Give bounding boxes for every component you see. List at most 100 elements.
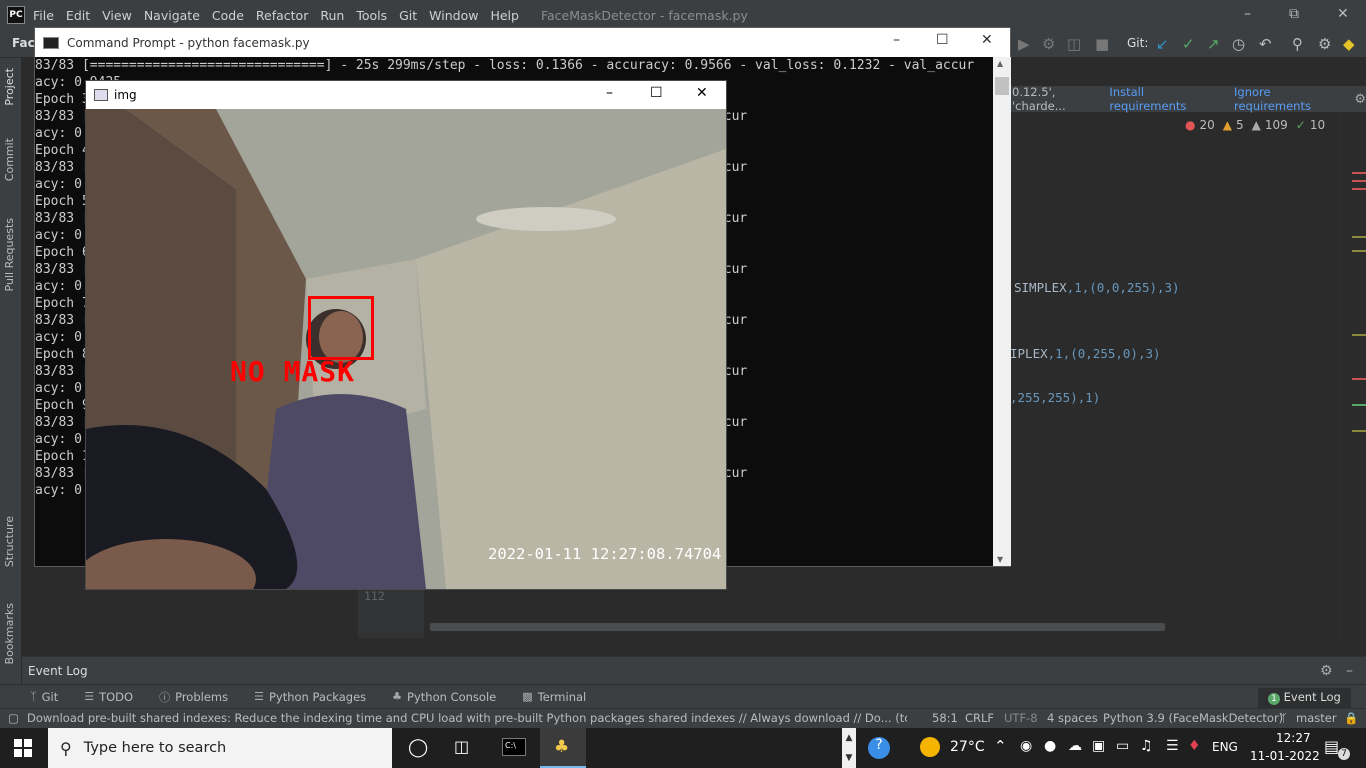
history-icon[interactable]: ◷ [1232,35,1245,53]
stop-icon[interactable]: ■ [1095,35,1109,53]
menu-tools[interactable]: Tools [356,8,387,23]
git-commit-icon[interactable]: ✓ [1182,35,1195,53]
cmd-maximize-icon[interactable]: ☐ [936,32,949,48]
run-icon[interactable]: ▶ [1018,35,1030,53]
taskbar-scroll-icon[interactable]: ▲ ▼ [842,728,856,768]
git-tool-tab[interactable]: ᛉ Git [30,690,58,704]
pull-requests-tab[interactable]: Pull Requests [3,218,16,291]
problems-tool-tab[interactable]: ⓘ Problems [159,689,228,705]
cortana-icon[interactable]: ◯ [408,737,428,758]
camera-icon[interactable]: ◉ [1020,738,1032,754]
inspection-widget[interactable]: ●20 ▲5 ▲109 ✓10 ⌃ ⌄ [1185,118,1366,132]
scroll-down-icon[interactable]: ▼ [997,555,1003,564]
scroll-up-icon[interactable]: ▲ [997,59,1003,68]
start-button[interactable] [0,728,46,768]
menu-window[interactable]: Window [429,8,478,23]
menu-code[interactable]: Code [212,8,244,23]
ide-minimize-icon[interactable]: – [1244,6,1251,22]
temperature[interactable]: 27°C [950,739,985,755]
cmd-output-line: acy: 0. [35,177,90,192]
python-console-tool-tab[interactable]: ♣ Python Console [392,690,496,704]
taskbar-search-box[interactable]: ⚲ Type here to search [48,728,392,768]
git-update-icon[interactable]: ↙ [1156,35,1169,53]
editor-horizontal-scrollbar[interactable] [430,623,1165,631]
lock-icon[interactable]: 🔒 [1344,711,1358,725]
help-icon[interactable]: ? [868,737,890,759]
bookmarks-tab[interactable]: Bookmarks [3,603,16,664]
cmd-scroll-thumb[interactable] [995,77,1009,95]
menu-file[interactable]: File [33,8,54,23]
cmd-output-line: acy: 0. [35,126,90,141]
coverage-icon[interactable]: ◫ [1067,35,1081,53]
structure-tab[interactable]: Structure [3,516,16,567]
file-encoding[interactable]: UTF-8 [1004,711,1038,725]
ide-restore-icon[interactable]: ⧉ [1289,6,1299,22]
ide-logo-icon[interactable]: ◆ [1343,35,1355,53]
opencv-img-window[interactable]: img – ☐ ✕ NO MASK 2022-01-11 12:27:08.74… [85,80,727,590]
line-number: 112 [364,589,385,603]
menu-git[interactable]: Git [399,8,417,23]
ide-close-icon[interactable]: ✕ [1337,6,1349,22]
menu-edit[interactable]: Edit [66,8,90,23]
event-log-hide-icon[interactable]: – [1346,663,1353,679]
cloud-icon[interactable]: ☁ [1068,738,1082,754]
webcam-frame: NO MASK 2022-01-11 12:27:08.74704 [86,109,726,589]
event-log-tool-tab[interactable]: 1 Event Log [1258,688,1351,708]
settings-gear-icon[interactable]: ⚙ [1318,35,1331,53]
todo-tool-tab[interactable]: ☰ TODO [84,690,133,704]
notification-gear-icon[interactable]: ⚙ [1354,92,1366,107]
menu-refactor[interactable]: Refactor [256,8,308,23]
img-maximize-icon[interactable]: ☐ [650,85,663,101]
cmd-taskbar-icon[interactable]: C:\ [502,738,526,756]
clock-date[interactable]: 11-01-2022 [1250,749,1320,763]
wifi-icon[interactable]: ☰ [1166,738,1179,754]
notification-text: 0.12.5', 'charde... [1012,85,1066,113]
cmd-output-line: Epoch 6 [35,245,90,260]
img-minimize-icon[interactable]: – [606,85,613,101]
img-close-icon[interactable]: ✕ [696,85,708,101]
debug-icon[interactable]: ⚙ [1042,35,1055,53]
python-packages-tool-tab[interactable]: ☰ Python Packages [254,690,366,704]
menu-help[interactable]: Help [490,8,519,23]
install-requirements-link[interactable]: Install requirements [1109,85,1214,113]
menu-navigate[interactable]: Navigate [144,8,200,23]
ignore-requirements-link[interactable]: Ignore requirements [1234,85,1340,113]
cmd-scrollbar[interactable]: ▲ ▼ [993,57,1011,566]
caret-position[interactable]: 58:1 [932,711,958,725]
cmd-titlebar[interactable]: Command Prompt - python facemask.py – ☐ … [35,28,1010,57]
event-log-count-badge: 1 [1268,693,1280,705]
volume-icon[interactable]: ♫ [1140,738,1153,754]
menu-view[interactable]: View [102,8,132,23]
git-push-icon[interactable]: ↗ [1207,35,1220,53]
menu-run[interactable]: Run [320,8,344,23]
battery-icon[interactable]: ▭ [1116,738,1129,754]
python-taskbar-icon[interactable]: ♣ [554,737,569,757]
terminal-tool-tab[interactable]: ▩ Terminal [522,690,586,704]
line-separator[interactable]: CRLF [965,711,994,725]
microphone-icon[interactable]: ● [1044,738,1056,754]
dropbox-icon[interactable]: ♦ [1188,738,1201,754]
python-interpreter[interactable]: Python 3.9 (FaceMaskDetector) [1103,711,1283,725]
img-titlebar[interactable]: img – ☐ ✕ [86,81,726,109]
editor-error-stripe[interactable] [1340,112,1366,638]
show-hidden-icons-icon[interactable]: ⌃ [994,737,1007,755]
cmd-minimize-icon[interactable]: – [893,32,900,48]
task-view-icon[interactable]: ◫ [454,737,469,756]
search-everywhere-icon[interactable]: ⚲ [1292,35,1303,53]
notification-center-icon[interactable]: ▤ [1324,737,1339,756]
ide-menubar: PC File Edit View Navigate Code Refactor… [0,0,1366,30]
display-icon[interactable]: ▣ [1092,738,1105,754]
webcam-scene [86,109,726,589]
cmd-close-icon[interactable]: ✕ [981,32,993,48]
git-branch[interactable]: master [1296,711,1337,725]
clock-time[interactable]: 12:27 [1276,731,1311,745]
status-toggle-icon[interactable]: ▢ [8,711,19,725]
weather-sun-icon[interactable] [920,737,940,757]
status-message[interactable]: Download pre-built shared indexes: Reduc… [27,711,907,725]
rollback-icon[interactable]: ↶ [1259,35,1272,53]
language-indicator[interactable]: ENG [1212,740,1238,754]
event-log-settings-icon[interactable]: ⚙ [1320,663,1333,679]
indent-setting[interactable]: 4 spaces [1047,711,1098,725]
commit-tab[interactable]: Commit [3,138,16,181]
project-tab[interactable]: Project [3,68,16,106]
